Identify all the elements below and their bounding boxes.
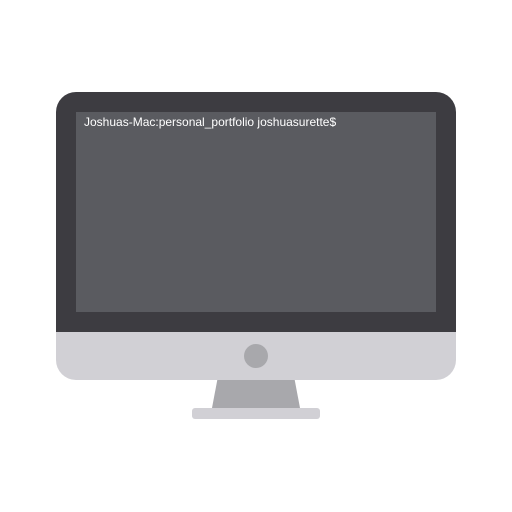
power-button-icon	[244, 344, 268, 368]
computer-illustration: Joshuas-Mac:personal_portfolio joshuasur…	[0, 0, 512, 512]
monitor-stand-base	[192, 408, 320, 419]
terminal-prompt[interactable]: Joshuas-Mac:personal_portfolio joshuasur…	[84, 115, 436, 129]
monitor-stand-neck	[212, 380, 300, 408]
terminal-screen[interactable]: Joshuas-Mac:personal_portfolio joshuasur…	[76, 112, 436, 312]
